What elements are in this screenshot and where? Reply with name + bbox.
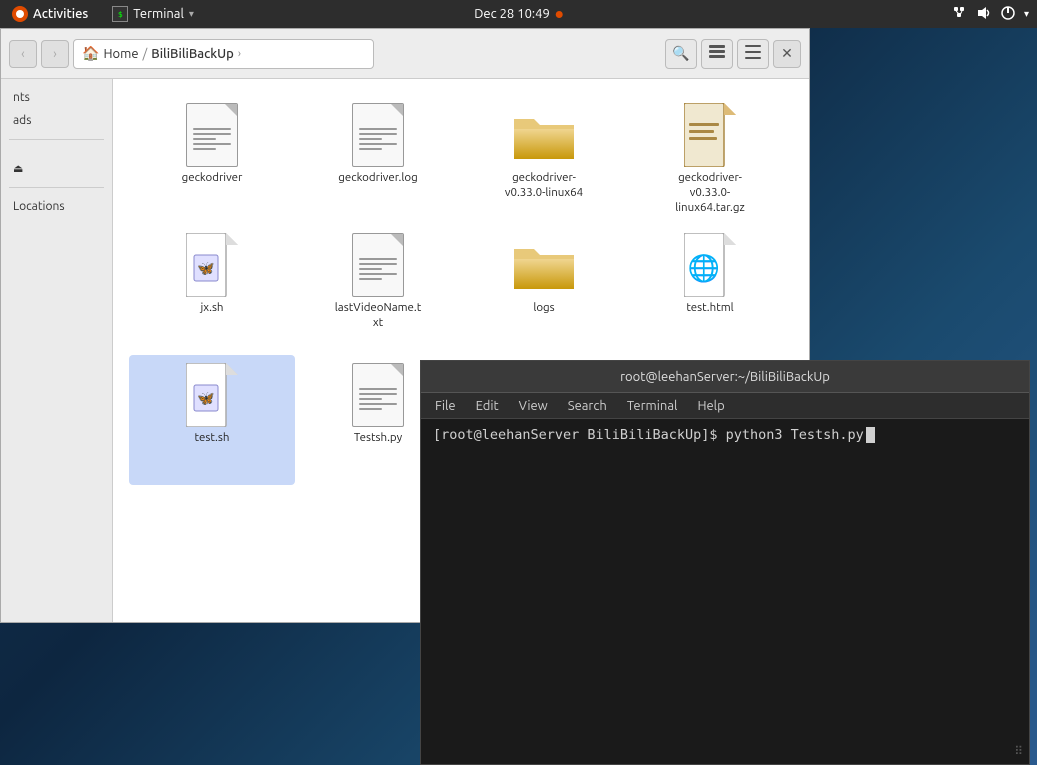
path-separator: /	[143, 47, 148, 61]
network-icon[interactable]	[952, 5, 968, 24]
close-icon: ✕	[781, 45, 793, 62]
file-icon-lastvideoname	[346, 233, 410, 297]
file-icon-testshpy	[346, 363, 410, 427]
file-item-logs-folder[interactable]: logs	[461, 225, 627, 355]
cursor	[866, 427, 875, 443]
terminal-menu-file[interactable]: File	[425, 393, 466, 418]
topbar-clock: Dec 28 10:49	[474, 7, 563, 21]
back-button[interactable]: ‹	[9, 40, 37, 68]
file-icon-testhtml: 🌐	[678, 233, 742, 297]
close-button[interactable]: ✕	[773, 40, 801, 68]
svg-text:🌐: 🌐	[688, 253, 720, 283]
activities-icon	[12, 6, 28, 22]
file-icon-geckodriver-folder	[512, 103, 576, 167]
file-name-lastvideoname: lastVideoName.txt	[333, 301, 423, 331]
sidebar-divider-2	[9, 187, 104, 188]
terminal-menu-terminal[interactable]: Terminal	[617, 393, 688, 418]
file-icon-geckodriver-tar	[678, 103, 742, 167]
sound-icon[interactable]	[976, 5, 992, 24]
home-label: Home	[103, 47, 138, 61]
sidebar-divider-1	[9, 139, 104, 140]
file-item-geckodriver-folder[interactable]: geckodriver-v0.33.0-linux64	[461, 95, 627, 225]
file-name-logs-folder: logs	[533, 301, 554, 316]
topbar-dot	[556, 11, 563, 18]
terminal-menu-view[interactable]: View	[509, 393, 558, 418]
terminal-taskbar-icon: $	[112, 6, 128, 22]
file-name-testhtml: test.html	[686, 301, 733, 316]
sidebar-item-empty[interactable]	[1, 148, 112, 156]
file-toolbar: ‹ › 🏠 Home / BiliBiliBackUp › 🔍	[1, 29, 809, 79]
search-icon: 🔍	[672, 45, 689, 62]
file-name-testsh: test.sh	[195, 431, 230, 446]
terminal-window: root@leehanServer:~/BiliBiliBackUp File …	[420, 360, 1030, 765]
svg-text:🦋: 🦋	[197, 392, 215, 407]
forward-button[interactable]: ›	[41, 40, 69, 68]
sidebar: nts ads ⏏ Locations	[1, 79, 113, 622]
eject-icon: ⏏	[13, 162, 23, 175]
sidebar-item-eject[interactable]: ⏏	[1, 158, 112, 179]
current-folder-label: BiliBiliBackUp	[151, 47, 234, 61]
terminal-menu-help[interactable]: Help	[687, 393, 734, 418]
topbar-left: Activities $ Terminal ▾	[0, 0, 206, 28]
file-icon-geckodriver	[180, 103, 244, 167]
sidebar-item-locations[interactable]: Locations	[1, 196, 112, 217]
sidebar-item-downloads[interactable]: ads	[1, 110, 112, 131]
file-name-geckodriver-folder: geckodriver-v0.33.0-linux64	[499, 171, 589, 201]
file-icon-geckodriver-log	[346, 103, 410, 167]
file-item-geckodriver-tar[interactable]: geckodriver-v0.33.0-linux64.tar.gz	[627, 95, 793, 225]
terminal-content[interactable]: [root@leehanServer BiliBiliBackUp]$ pyth…	[421, 419, 1029, 764]
menu-button[interactable]	[737, 39, 769, 69]
file-item-testsh[interactable]: 🦋 test.sh	[129, 355, 295, 485]
terminal-prompt: [root@leehanServer BiliBiliBackUp]$ pyth…	[433, 427, 1017, 443]
terminal-taskbar-label: Terminal	[133, 7, 184, 21]
activities-button[interactable]: Activities	[0, 0, 100, 28]
file-name-jxsh: jx.sh	[200, 301, 223, 316]
path-forward-arrow: ›	[238, 48, 241, 60]
file-item-testhtml[interactable]: 🌐 test.html	[627, 225, 793, 355]
file-item-geckodriver[interactable]: geckodriver	[129, 95, 295, 225]
terminal-taskbar-arrow: ▾	[189, 8, 194, 20]
file-name-geckodriver-tar: geckodriver-v0.33.0-linux64.tar.gz	[665, 171, 755, 216]
file-name-geckodriver: geckodriver	[182, 171, 243, 186]
file-item-lastvideoname[interactable]: lastVideoName.txt	[295, 225, 461, 355]
forward-icon: ›	[53, 47, 57, 61]
topbar-right: ▾	[952, 5, 1037, 24]
file-name-geckodriver-log: geckodriver.log	[338, 171, 417, 186]
file-item-jxsh[interactable]: 🦋 jx.sh	[129, 225, 295, 355]
back-icon: ‹	[21, 47, 25, 61]
terminal-resize-handle[interactable]: ⠿	[1014, 744, 1023, 758]
home-icon: 🏠	[82, 45, 99, 62]
sidebar-item-recent[interactable]: nts	[1, 87, 112, 108]
svg-text:🦋: 🦋	[197, 262, 215, 277]
menu-icon	[745, 45, 761, 62]
prompt-text: [root@leehanServer BiliBiliBackUp]$ pyth…	[433, 427, 864, 443]
terminal-taskbar-button[interactable]: $ Terminal ▾	[100, 0, 206, 28]
terminal-titlebar: root@leehanServer:~/BiliBiliBackUp	[421, 361, 1029, 393]
topbar-datetime: Dec 28 10:49	[474, 7, 550, 21]
list-view-button[interactable]	[701, 39, 733, 69]
file-icon-logs-folder	[512, 233, 576, 297]
power-icon[interactable]	[1000, 5, 1016, 24]
terminal-title: root@leehanServer:~/BiliBiliBackUp	[620, 370, 830, 384]
file-name-testshpy: Testsh.py	[354, 431, 402, 446]
activities-label: Activities	[33, 7, 88, 21]
file-icon-testsh: 🦋	[180, 363, 244, 427]
file-icon-jxsh: 🦋	[180, 233, 244, 297]
system-menu-arrow[interactable]: ▾	[1024, 8, 1029, 20]
topbar: Activities $ Terminal ▾ Dec 28 10:49	[0, 0, 1037, 28]
terminal-menu-edit[interactable]: Edit	[466, 393, 509, 418]
path-bar: 🏠 Home / BiliBiliBackUp ›	[73, 39, 374, 69]
terminal-menu: File Edit View Search Terminal Help	[421, 393, 1029, 419]
file-item-geckodriver-log[interactable]: geckodriver.log	[295, 95, 461, 225]
list-view-icon	[709, 45, 725, 62]
search-button[interactable]: 🔍	[665, 39, 697, 69]
terminal-menu-search[interactable]: Search	[558, 393, 617, 418]
